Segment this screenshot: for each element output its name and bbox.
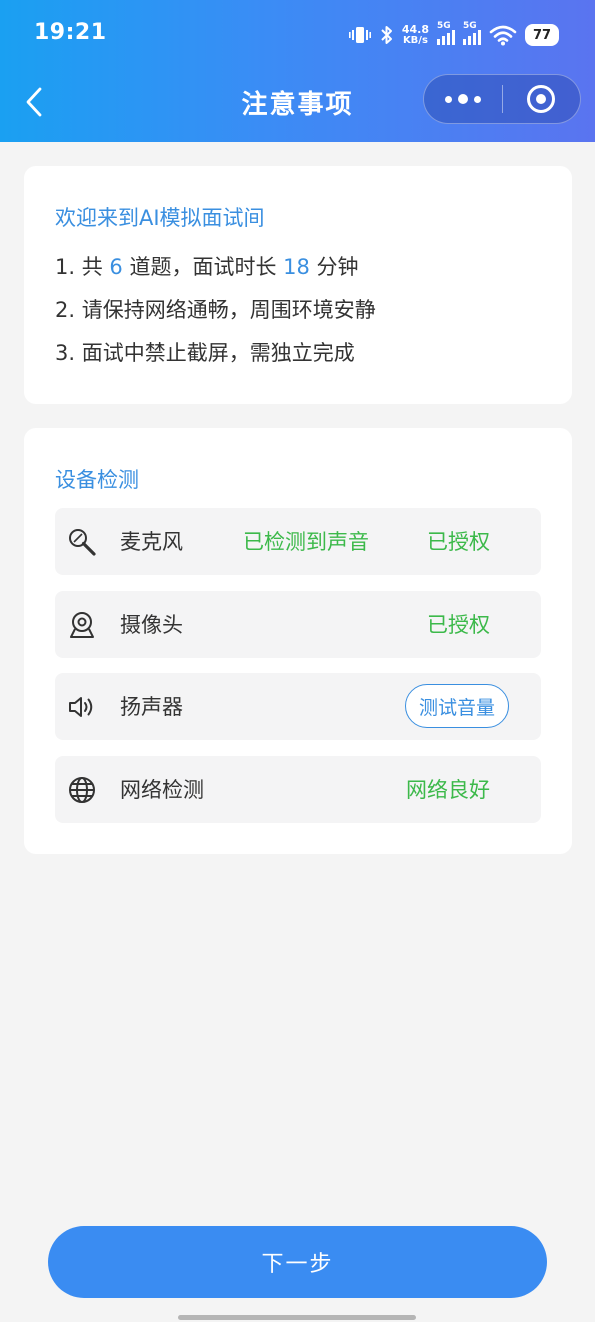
rule-2: 2. 请保持网络通畅，周围环境安静 <box>55 298 376 322</box>
device-name: 麦克风 <box>120 530 183 554</box>
device-status: 已授权 <box>427 612 490 637</box>
status-bar: 19:21 44.8 KB/s 5G 5G 77 <box>0 0 595 70</box>
device-name: 扬声器 <box>120 695 183 719</box>
device-check-card: 设备检测 麦克风 已检测到声音 已授权 摄像头 已授权 扬声器 测试音量 网络检… <box>24 428 572 854</box>
microphone-icon <box>67 527 97 557</box>
more-button[interactable] <box>424 75 502 123</box>
status-icons: 44.8 KB/s 5G 5G 77 <box>348 18 559 52</box>
device-row-speaker: 扬声器 测试音量 <box>55 673 541 740</box>
device-name: 网络检测 <box>120 777 204 802</box>
device-list: 麦克风 已检测到声音 已授权 摄像头 已授权 扬声器 测试音量 网络检测 网络良… <box>55 508 541 838</box>
camera-icon <box>67 610 97 640</box>
signal-sim1-icon: 5G <box>437 21 455 45</box>
speaker-icon <box>67 692 97 722</box>
wifi-icon <box>489 24 517 46</box>
rule-3: 3. 面试中禁止截屏，需独立完成 <box>55 341 355 365</box>
rule-1-suffix: 分钟 <box>309 255 359 279</box>
navbar: 注意事项 <box>0 70 595 136</box>
close-miniprogram-button[interactable] <box>503 75 581 123</box>
home-indicator[interactable] <box>178 1315 416 1320</box>
device-name: 摄像头 <box>120 612 183 637</box>
net-speed: 44.8 KB/s <box>402 24 429 46</box>
device-check-title: 设备检测 <box>55 468 139 492</box>
net-speed-value: 44.8 <box>401 23 429 36</box>
device-row-camera: 摄像头 已授权 <box>55 590 541 658</box>
rule-1: 1. 共 6 道题，面试时长 18 分钟 <box>55 252 376 295</box>
next-step-button[interactable]: 下一步 <box>48 1226 547 1298</box>
duration-minutes: 18 <box>283 255 310 279</box>
sim1-label: 5G <box>437 21 451 31</box>
net-speed-unit: KB/s <box>402 35 428 46</box>
notice-title: 欢迎来到AI模拟面试间 <box>55 206 265 230</box>
bluetooth-icon <box>380 24 394 46</box>
header: 19:21 44.8 KB/s 5G 5G 77 注意事项 <box>0 0 595 142</box>
device-detail: 已检测到声音 <box>243 530 369 554</box>
device-status: 已授权 <box>427 530 490 554</box>
test-volume-button[interactable]: 测试音量 <box>404 684 509 728</box>
rule-1-prefix: 1. 共 <box>55 255 110 279</box>
battery-indicator: 77 <box>525 24 559 46</box>
page: 19:21 44.8 KB/s 5G 5G 77 注意事项 欢迎来到AI模拟面试… <box>0 0 595 1322</box>
miniprogram-capsule <box>423 74 581 124</box>
device-status: 网络良好 <box>406 777 490 802</box>
device-row-network: 网络检测 网络良好 <box>55 755 541 823</box>
globe-icon <box>67 775 97 805</box>
sim2-label: 5G <box>463 21 477 31</box>
notice-card: 欢迎来到AI模拟面试间 1. 共 6 道题，面试时长 18 分钟 2. 请保持网… <box>24 166 572 404</box>
status-time: 19:21 <box>34 20 107 45</box>
more-dots-icon <box>444 95 452 103</box>
signal-sim2-icon: 5G <box>463 21 481 45</box>
device-row-microphone: 麦克风 已检测到声音 已授权 <box>55 508 541 575</box>
vibrate-icon <box>348 25 372 45</box>
rules-list: 1. 共 6 道题，面试时长 18 分钟 2. 请保持网络通畅，周围环境安静 3… <box>55 252 376 381</box>
rule-1-middle: 道题，面试时长 <box>122 255 284 279</box>
question-count: 6 <box>109 255 123 279</box>
target-icon <box>527 85 556 113</box>
